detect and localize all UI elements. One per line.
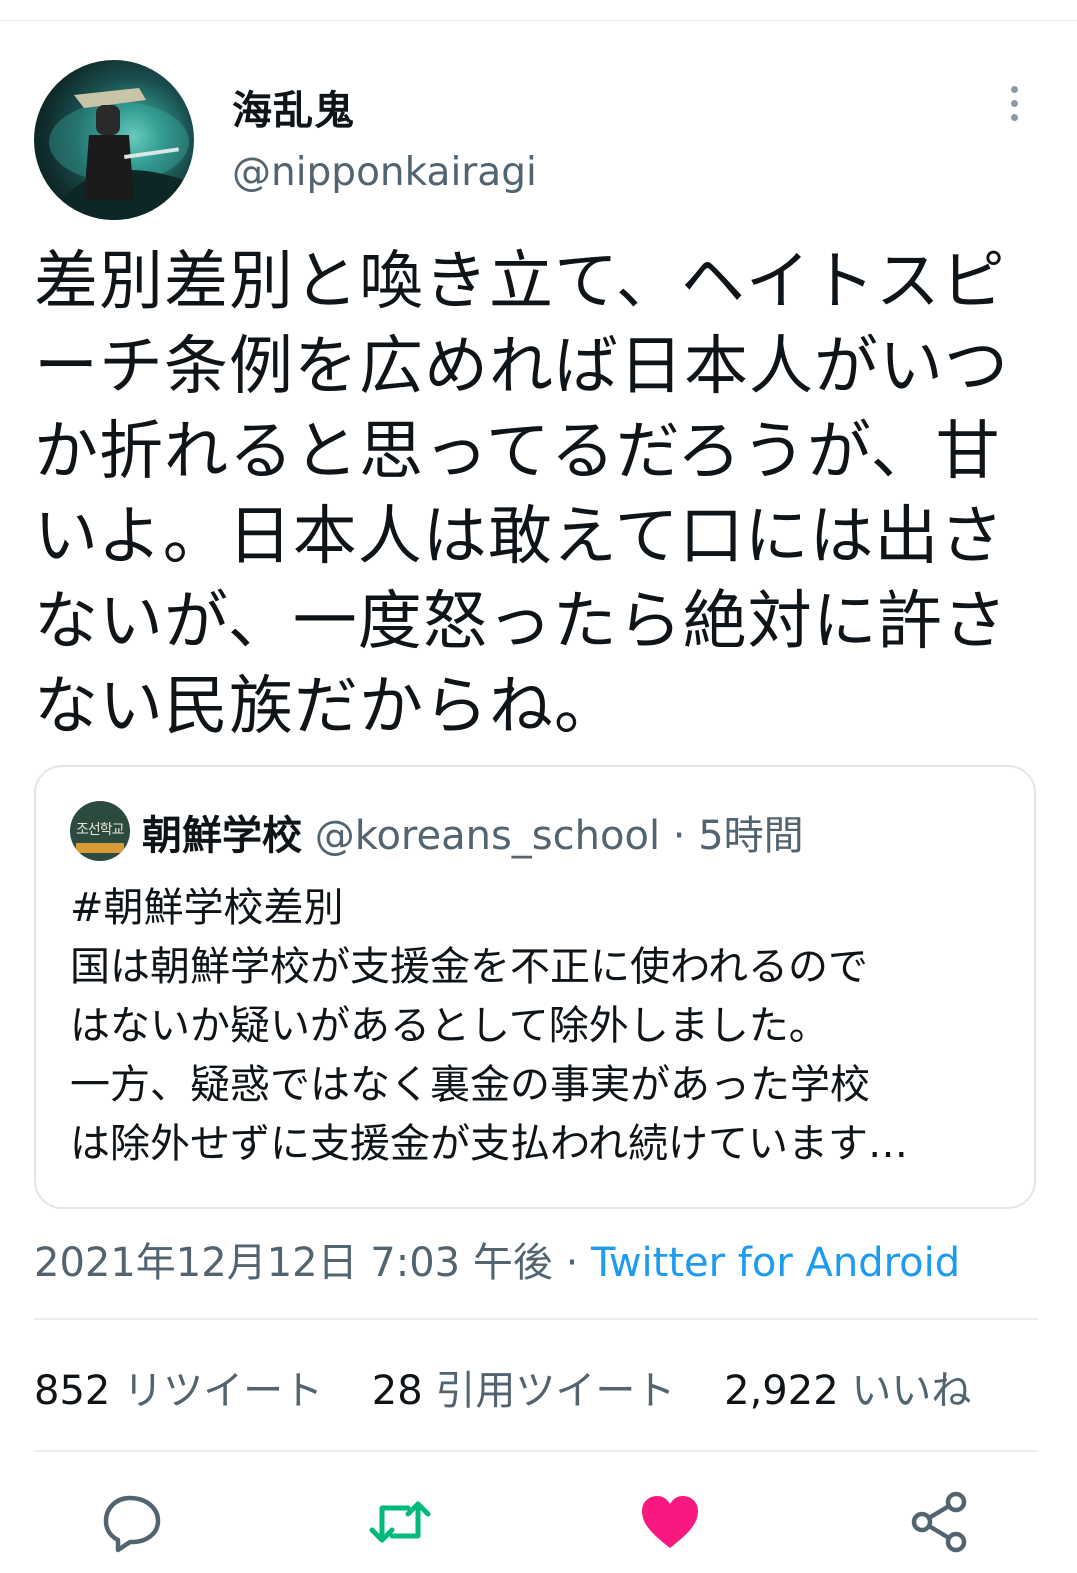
quoted-avatar-logo-text: 조선학교: [76, 822, 125, 838]
quote-count[interactable]: 28 引用ツイート: [372, 1358, 676, 1416]
author-handle[interactable]: @nipponkairagi: [232, 150, 537, 195]
quote-count-number: 28: [371, 1368, 423, 1414]
quoted-separator: ·: [672, 813, 686, 859]
quoted-author-name: 朝鮮学校: [142, 813, 302, 859]
meta-separator: ·: [565, 1240, 579, 1286]
quoted-timestamp: 5時間: [698, 813, 804, 859]
quoted-tweet-header: 朝鮮学校 @koreans_school · 5時間: [142, 803, 804, 861]
top-divider: [0, 20, 1077, 21]
more-options-icon[interactable]: [1002, 86, 1026, 130]
divider: [34, 1318, 1038, 1320]
share-button[interactable]: [908, 1490, 972, 1554]
tweet-date: 2021年12月12日 7:03 午後: [34, 1240, 553, 1286]
tweet-metadata: 2021年12月12日 7:03 午後 · Twitter for Androi…: [34, 1230, 960, 1288]
author-display-name[interactable]: 海乱鬼: [232, 78, 355, 136]
author-avatar[interactable]: [34, 60, 194, 220]
tweet-source-link[interactable]: Twitter for Android: [591, 1240, 960, 1286]
retweet-button[interactable]: [368, 1490, 432, 1554]
quoted-author-handle: @koreans_school: [314, 813, 661, 859]
divider: [34, 1450, 1038, 1452]
reply-icon: [103, 1495, 161, 1553]
quoted-author-avatar: 조선학교: [70, 801, 130, 861]
retweet-count-number: 852: [34, 1368, 111, 1414]
reply-button[interactable]: [100, 1490, 164, 1554]
like-count-number: 2,922: [724, 1368, 839, 1414]
retweet-count[interactable]: 852 リツイート: [34, 1358, 323, 1416]
quote-count-label: 引用ツイート: [435, 1368, 676, 1414]
like-count[interactable]: 2,922 いいね: [724, 1358, 971, 1416]
like-button[interactable]: [638, 1490, 702, 1554]
heart-icon: [642, 1496, 698, 1548]
share-icon: [911, 1491, 967, 1553]
avatar-image: [34, 88, 194, 220]
quoted-tweet-card[interactable]: 조선학교 朝鮮学校 @koreans_school · 5時間 #朝鮮学校差別 …: [34, 765, 1036, 1209]
quoted-tweet-text: #朝鮮学校差別 国は朝鮮学校が支援金を不正に使われるので はないか疑いがあるとし…: [70, 885, 908, 1167]
engagement-stats: 852 リツイート 28 引用ツイート 2,922 いいね: [34, 1358, 1007, 1416]
like-count-label: いいね: [851, 1368, 972, 1414]
retweet-count-label: リツイート: [123, 1368, 324, 1414]
tweet-text: 差別差別と喚き立て、ヘイトスピ ーチ条例を広めれば日本人がいつ か折れると思って…: [34, 245, 1009, 744]
retweet-icon: [369, 1501, 431, 1543]
